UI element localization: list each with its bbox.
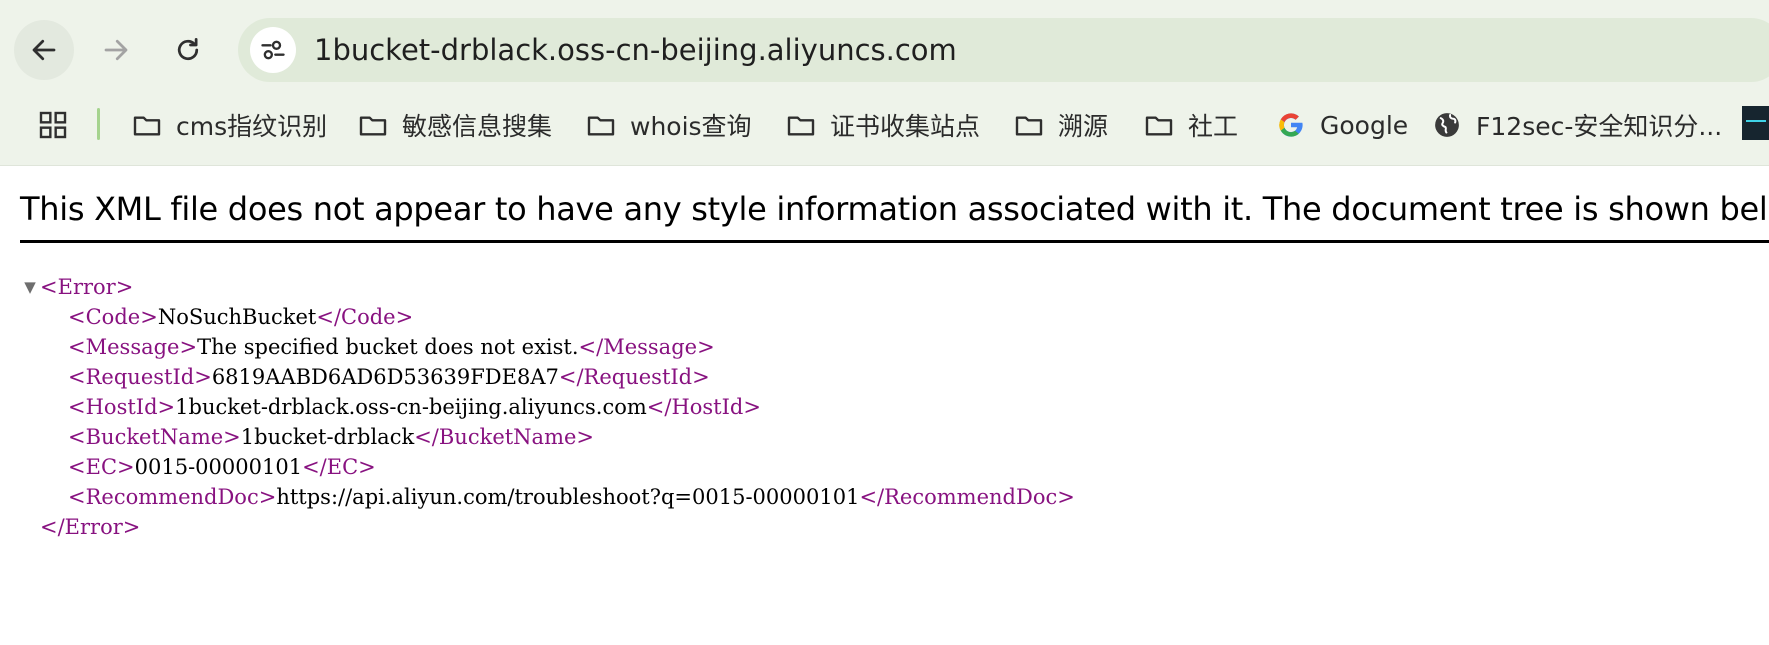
navigation-bar: 1bucket-drblack.oss-cn-beijing.aliyuncs.…: [0, 8, 1769, 92]
bookmark-certificate-sites[interactable]: 证书收集站点: [784, 102, 980, 148]
folder-icon: [584, 108, 618, 142]
folder-icon: [784, 108, 818, 142]
bookmark-label: 溯源: [1058, 112, 1109, 141]
xml-tag-name: RequestId: [583, 365, 693, 389]
xml-tag-name: EC: [326, 455, 359, 479]
xml-tag-name: Message: [85, 335, 180, 359]
bookmark-trace-source[interactable]: 溯源: [1012, 102, 1108, 148]
bookmark-google[interactable]: Google: [1274, 102, 1408, 148]
bookmark-whois[interactable]: whois查询: [584, 102, 752, 148]
folder-icon: [1012, 108, 1046, 142]
xml-node-value: 6819AABD6AD6D53639FDE8A7: [211, 365, 559, 389]
xml-node-recommend-doc: <RecommendDoc>https://api.aliyun.com/tro…: [68, 485, 1075, 509]
apps-button[interactable]: [36, 108, 70, 142]
folder-icon: [356, 108, 390, 142]
bookmarks-separator: [97, 108, 100, 140]
xml-tag-name: Code: [341, 305, 396, 329]
xml-tag-name: Error: [64, 515, 123, 539]
xml-node-code: <Code>NoSuchBucket</Code>: [68, 305, 414, 329]
xml-node-ec: <EC>0015-00000101</EC>: [68, 455, 376, 479]
xml-node-host-id: <HostId>1bucket-drblack.oss-cn-beijing.a…: [68, 395, 761, 419]
reload-button[interactable]: [158, 20, 218, 80]
tune-icon: [261, 40, 285, 60]
xml-node-value: https://api.aliyun.com/troubleshoot?q=00…: [276, 485, 860, 509]
xml-node-value: 0015-00000101: [134, 455, 303, 479]
bookmark-label: 证书收集站点: [830, 112, 981, 141]
xml-node-request-id: <RequestId>6819AABD6AD6D53639FDE8A7</Req…: [68, 365, 710, 389]
bookmark-label: cms指纹识别: [176, 112, 328, 141]
bookmark-label: 社工: [1188, 112, 1239, 141]
xml-style-notice: This XML file does not appear to have an…: [20, 190, 1769, 228]
bookmark-label: whois查询: [630, 112, 752, 141]
xml-tag-name: HostId: [671, 395, 744, 419]
url-text[interactable]: 1bucket-drblack.oss-cn-beijing.aliyuncs.…: [314, 33, 957, 67]
bookmark-overflow-icon[interactable]: [1742, 106, 1769, 140]
xml-node-value: The specified bucket does not exist.: [197, 335, 579, 359]
address-bar[interactable]: 1bucket-drblack.oss-cn-beijing.aliyuncs.…: [238, 18, 1769, 82]
xml-node-value: NoSuchBucket: [157, 305, 317, 329]
arrow-left-icon: [32, 39, 56, 61]
bookmark-f12sec[interactable]: F12sec-安全知识分...: [1430, 102, 1722, 148]
bookmark-sensitive-info[interactable]: 敏感信息搜集: [356, 102, 552, 148]
xml-tag-name: BucketName: [438, 425, 577, 449]
xml-node-value: 1bucket-drblack.oss-cn-beijing.aliyuncs.…: [175, 395, 647, 419]
xml-tag-name: RecommendDoc: [85, 485, 259, 509]
bookmark-label: 敏感信息搜集: [402, 112, 553, 141]
notice-divider: [20, 240, 1769, 243]
arrow-right-icon: [104, 39, 128, 61]
folder-icon: [130, 108, 164, 142]
google-icon: [1274, 108, 1308, 142]
bookmarks-bar: cms指纹识别 敏感信息搜集 whois查询 证书收集站点 溯源 社工 Goog…: [0, 102, 1769, 148]
xml-node-bucket-name: <BucketName>1bucket-drblack</BucketName>: [68, 425, 595, 449]
bookmark-social-engineering[interactable]: 社工: [1142, 102, 1238, 148]
browser-toolbar: 1bucket-drblack.oss-cn-beijing.aliyuncs.…: [0, 0, 1769, 166]
xml-tag-name: EC: [85, 455, 118, 479]
xml-node-value: 1bucket-drblack: [240, 425, 415, 449]
bookmark-label: F12sec-安全知识分...: [1476, 112, 1723, 141]
xml-tag-name: Error: [57, 275, 116, 299]
bookmark-label: Google: [1320, 110, 1409, 140]
xml-tag-name: RecommendDoc: [884, 485, 1058, 509]
site-info-button[interactable]: [250, 27, 296, 73]
xml-tag-name: BucketName: [85, 425, 224, 449]
xml-tag-name: Code: [85, 305, 141, 329]
back-button[interactable]: [14, 20, 74, 80]
xml-tag-name: Message: [603, 335, 698, 359]
xml-tag-name: HostId: [85, 395, 158, 419]
apps-grid-icon: [39, 111, 67, 139]
reload-icon: [177, 38, 199, 61]
forward-button[interactable]: [86, 20, 146, 80]
bookmark-cms-fingerprint[interactable]: cms指纹识别: [130, 102, 327, 148]
xml-document-tree: ▼ <Error> <Code>NoSuchBucket</Code> <Mess…: [20, 272, 1075, 542]
xml-tag-name: RequestId: [85, 365, 195, 389]
xml-root-open: ▼ <Error>: [20, 272, 1075, 302]
xml-root-close: </Error>: [40, 515, 141, 539]
folder-icon: [1142, 108, 1176, 142]
globe-icon: [1430, 108, 1464, 142]
collapse-triangle-icon[interactable]: ▼: [20, 272, 40, 302]
xml-node-message: <Message>The specified bucket does not e…: [68, 335, 715, 359]
